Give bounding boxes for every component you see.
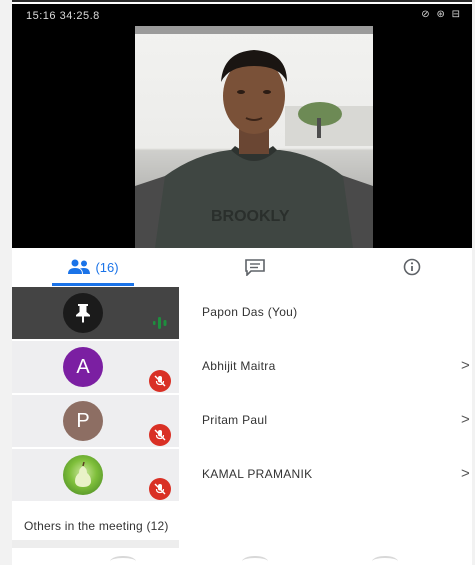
others-in-meeting-header: Others in the meeting (12): [24, 519, 169, 533]
active-tab-indicator: [52, 283, 134, 286]
pin-icon: [76, 304, 90, 323]
chevron-right-icon[interactable]: >: [461, 411, 470, 428]
others-list-tile: [12, 540, 179, 548]
participant-row[interactable]: A Abhijit Maitra >: [12, 341, 472, 393]
participant-tile: [12, 449, 179, 501]
participant-name: Abhijit Maitra: [202, 359, 276, 373]
info-icon: [403, 258, 421, 276]
top-border: [0, 0, 475, 2]
avatar: A: [63, 347, 103, 387]
status-bar: 15:16 34:25.8 ⊘ ⊛ ⊟: [12, 4, 472, 26]
tab-chat[interactable]: [230, 248, 280, 286]
participant-row[interactable]: Papon Das (You): [12, 287, 472, 339]
participant-row[interactable]: KAMAL PRAMANIK >: [12, 449, 472, 501]
participant-name: KAMAL PRAMANIK: [202, 467, 313, 481]
status-icons: ⊘ ⊛ ⊟: [421, 9, 462, 20]
panel-tabs: (16): [12, 248, 472, 286]
audio-level-icon: [152, 315, 170, 336]
nav-home-hint: [242, 556, 268, 567]
pear-icon: [75, 462, 91, 487]
participant-tile: A: [12, 341, 179, 393]
video-area[interactable]: 15:16 34:25.8 ⊘ ⊛ ⊟ BROOKLY: [12, 4, 472, 248]
mic-off-icon: [149, 370, 171, 392]
chat-icon: [245, 259, 265, 276]
person-silhouette: BROOKLY: [135, 50, 373, 248]
status-time: 15:16 34:25.8: [26, 10, 100, 22]
nav-recent-hint: [372, 556, 398, 567]
chevron-right-icon[interactable]: >: [461, 357, 470, 374]
people-icon: [68, 259, 91, 274]
participant-name: Papon Das (You): [202, 305, 298, 319]
people-count: (16): [95, 259, 119, 275]
participant-list: Papon Das (You) A Abhijit Maitra > P Pri…: [12, 287, 472, 501]
mic-off-icon: [149, 424, 171, 446]
left-margin: [0, 0, 12, 565]
chevron-right-icon[interactable]: >: [461, 465, 470, 482]
nav-back-hint: [110, 556, 136, 567]
participant-tile: [12, 287, 179, 339]
participant-row[interactable]: P Pritam Paul >: [12, 395, 472, 447]
tab-people[interactable]: (16): [48, 248, 138, 286]
participant-video[interactable]: BROOKLY: [135, 26, 373, 248]
svg-text:BROOKLY: BROOKLY: [211, 208, 290, 225]
participant-name: Pritam Paul: [202, 413, 268, 427]
tab-info[interactable]: [387, 248, 437, 286]
pin-avatar[interactable]: [63, 293, 103, 333]
mic-off-icon: [149, 478, 171, 500]
participant-tile: P: [12, 395, 179, 447]
avatar-photo: [63, 455, 103, 495]
avatar: P: [63, 401, 103, 441]
